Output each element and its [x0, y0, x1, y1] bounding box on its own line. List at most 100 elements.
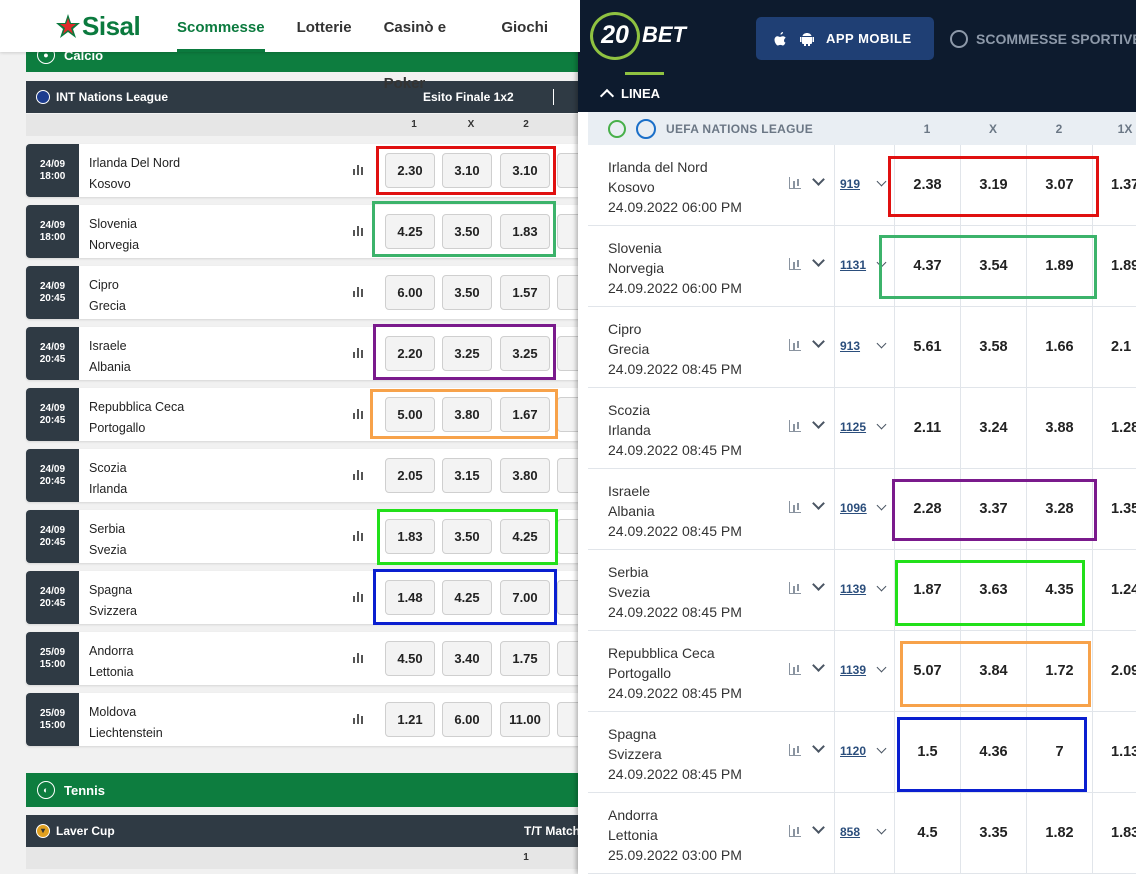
stats-icon[interactable] — [353, 164, 367, 175]
odd-x-button[interactable]: 3.25 — [442, 336, 492, 371]
odd-1-button[interactable]: 2.05 — [385, 458, 435, 493]
stats-icon[interactable] — [353, 713, 367, 724]
chevron-down-icon[interactable] — [812, 578, 825, 591]
chevron-down-icon[interactable] — [812, 740, 825, 753]
odd-1-button[interactable]: 2.28 — [894, 469, 960, 550]
odd-1-button[interactable]: 4.25 — [385, 214, 435, 249]
table-row[interactable]: 24/09 18:00 Irlanda Del Nord Kosovo 2.30 3.10… — [26, 144, 580, 197]
odd-x-button[interactable]: 3.80 — [442, 397, 492, 432]
scommesse-sportive-link[interactable]: SCOMMESSE SPORTIVE — [950, 30, 1136, 48]
markets-count-link[interactable]: 858 — [840, 825, 860, 839]
odd-1x-button[interactable]: 1.28 — [1092, 388, 1136, 469]
match-info[interactable]: Cipro Grecia 24.09.2022 08:45 PM — [608, 319, 742, 379]
odd-1-button[interactable]: 1.5 — [894, 712, 960, 793]
odd-x-button[interactable]: 4.25 — [442, 580, 492, 615]
odd-2-button[interactable]: 1.83 — [500, 214, 550, 249]
odd-1-button[interactable]: 5.61 — [894, 307, 960, 388]
odd-1-button[interactable]: 1.83 — [385, 519, 435, 554]
odd-1-button[interactable]: 6.00 — [385, 275, 435, 310]
stats-icon[interactable] — [789, 501, 801, 513]
odd-2-button[interactable]: 3.88 — [1026, 388, 1092, 469]
odd-2-button[interactable]: 3.80 — [500, 458, 550, 493]
odd-1-button[interactable]: 1.21 — [385, 702, 435, 737]
odd-2-button[interactable]: 3.10 — [500, 153, 550, 188]
match-teams[interactable]: Serbia Svezia — [89, 519, 127, 561]
tennis-market-name[interactable]: T/T Match — [524, 824, 580, 838]
odd-2-button[interactable]: 1.67 — [500, 397, 550, 432]
chevron-down-icon[interactable] — [812, 335, 825, 348]
match-teams[interactable]: Spagna Svizzera — [89, 580, 137, 622]
odd-1x-button[interactable]: 1.89 — [1092, 226, 1136, 307]
match-info[interactable]: Irlanda del Nord Kosovo 24.09.2022 06:00 P… — [608, 157, 742, 217]
odd-1-button[interactable]: 4.5 — [894, 793, 960, 874]
odd-2-button[interactable]: 3.25 — [500, 336, 550, 371]
stats-icon[interactable] — [353, 652, 367, 663]
linea-toggle[interactable]: LINEA — [599, 86, 660, 104]
match-info[interactable]: Israele Albania 24.09.2022 08:45 PM — [608, 481, 742, 541]
odd-extra-button[interactable]: 2 — [557, 275, 580, 310]
odd-1x-button[interactable]: 2.1 — [1092, 307, 1136, 388]
app-mobile-button[interactable]: APP MOBILE — [756, 17, 934, 60]
nav-scommesse[interactable]: Scommesse — [177, 0, 265, 52]
odd-2-button[interactable]: 4.35 — [1026, 550, 1092, 631]
chevron-down-icon[interactable] — [876, 743, 887, 754]
odd-1-button[interactable]: 5.00 — [385, 397, 435, 432]
stats-icon[interactable] — [353, 286, 367, 297]
odd-2-button[interactable]: 3.07 — [1026, 145, 1092, 226]
markets-count-link[interactable]: 913 — [840, 339, 860, 353]
table-row[interactable]: Israele Albania 24.09.2022 08:45 PM 1096 2.2… — [588, 469, 1136, 550]
stats-icon[interactable] — [789, 258, 801, 270]
odd-2-button[interactable]: 1.72 — [1026, 631, 1092, 712]
markets-count-link[interactable]: 1096 — [840, 501, 867, 515]
odd-extra-button[interactable]: 1 — [557, 519, 580, 554]
odd-x-button[interactable]: 3.63 — [960, 550, 1026, 631]
match-info[interactable]: Slovenia Norvegia 24.09.2022 06:00 PM — [608, 238, 742, 298]
match-teams[interactable]: Repubblica Ceca Portogallo — [89, 397, 184, 439]
match-info[interactable]: Spagna Svizzera 24.09.2022 08:45 PM — [608, 724, 742, 784]
odd-1-button[interactable]: 2.30 — [385, 153, 435, 188]
stats-icon[interactable] — [353, 530, 367, 541]
chevron-down-icon[interactable] — [812, 254, 825, 267]
odd-extra-button[interactable]: 1 — [557, 336, 580, 371]
odd-x-button[interactable]: 3.50 — [442, 214, 492, 249]
odd-2-button[interactable]: 3.28 — [1026, 469, 1092, 550]
match-info[interactable]: Repubblica Ceca Portogallo 24.09.2022 08:4… — [608, 643, 742, 703]
odd-2-button[interactable]: 4.25 — [500, 519, 550, 554]
chevron-down-icon[interactable] — [876, 824, 887, 835]
odd-x-button[interactable]: 3.15 — [442, 458, 492, 493]
chevron-down-icon[interactable] — [876, 176, 887, 187]
markets-count-link[interactable]: 1120 — [840, 744, 866, 758]
bet20-logo[interactable]: 20 BET — [590, 12, 700, 60]
match-teams[interactable]: Scozia Irlanda — [89, 458, 127, 500]
chevron-down-icon[interactable] — [876, 500, 887, 511]
odd-1-button[interactable]: 2.20 — [385, 336, 435, 371]
match-teams[interactable]: Israele Albania — [89, 336, 131, 378]
table-row[interactable]: Slovenia Norvegia 24.09.2022 06:00 PM 1131 4… — [588, 226, 1136, 307]
odd-x-button[interactable]: 3.35 — [960, 793, 1026, 874]
table-row[interactable]: Repubblica Ceca Portogallo 24.09.2022 08:4… — [588, 631, 1136, 712]
stats-icon[interactable] — [789, 420, 801, 432]
match-teams[interactable]: Slovenia Norvegia — [89, 214, 139, 256]
sisal-logo[interactable]: Sisal — [55, 10, 141, 42]
chevron-down-icon[interactable] — [812, 821, 825, 834]
nav-lotterie[interactable]: Lotterie — [297, 0, 352, 52]
odd-2-button[interactable]: 7.00 — [500, 580, 550, 615]
chevron-down-icon[interactable] — [812, 497, 825, 510]
odd-1-button[interactable]: 1.48 — [385, 580, 435, 615]
odd-x-button[interactable]: 3.24 — [960, 388, 1026, 469]
odd-2-button[interactable]: 1.57 — [500, 275, 550, 310]
stats-icon[interactable] — [789, 177, 801, 189]
chevron-down-icon[interactable] — [876, 581, 887, 592]
odd-2-button[interactable]: 1.66 — [1026, 307, 1092, 388]
odd-2-button[interactable]: 11.00 — [500, 702, 550, 737]
table-row[interactable]: Serbia Svezia 24.09.2022 08:45 PM 1139 1.87 3… — [588, 550, 1136, 631]
markets-count-link[interactable]: 1125 — [840, 420, 866, 434]
markets-count-link[interactable]: 1139 — [840, 663, 866, 677]
odd-x-button[interactable]: 3.40 — [442, 641, 492, 676]
odd-2-button[interactable]: 1.75 — [500, 641, 550, 676]
table-row[interactable]: Irlanda del Nord Kosovo 24.09.2022 06:00 P… — [588, 145, 1136, 226]
nav-giochi[interactable]: Giochi — [501, 0, 548, 52]
section-tennis[interactable]: ◐ Tennis — [26, 773, 580, 807]
odd-1-button[interactable]: 4.50 — [385, 641, 435, 676]
odd-2-button[interactable]: 1.89 — [1026, 226, 1092, 307]
